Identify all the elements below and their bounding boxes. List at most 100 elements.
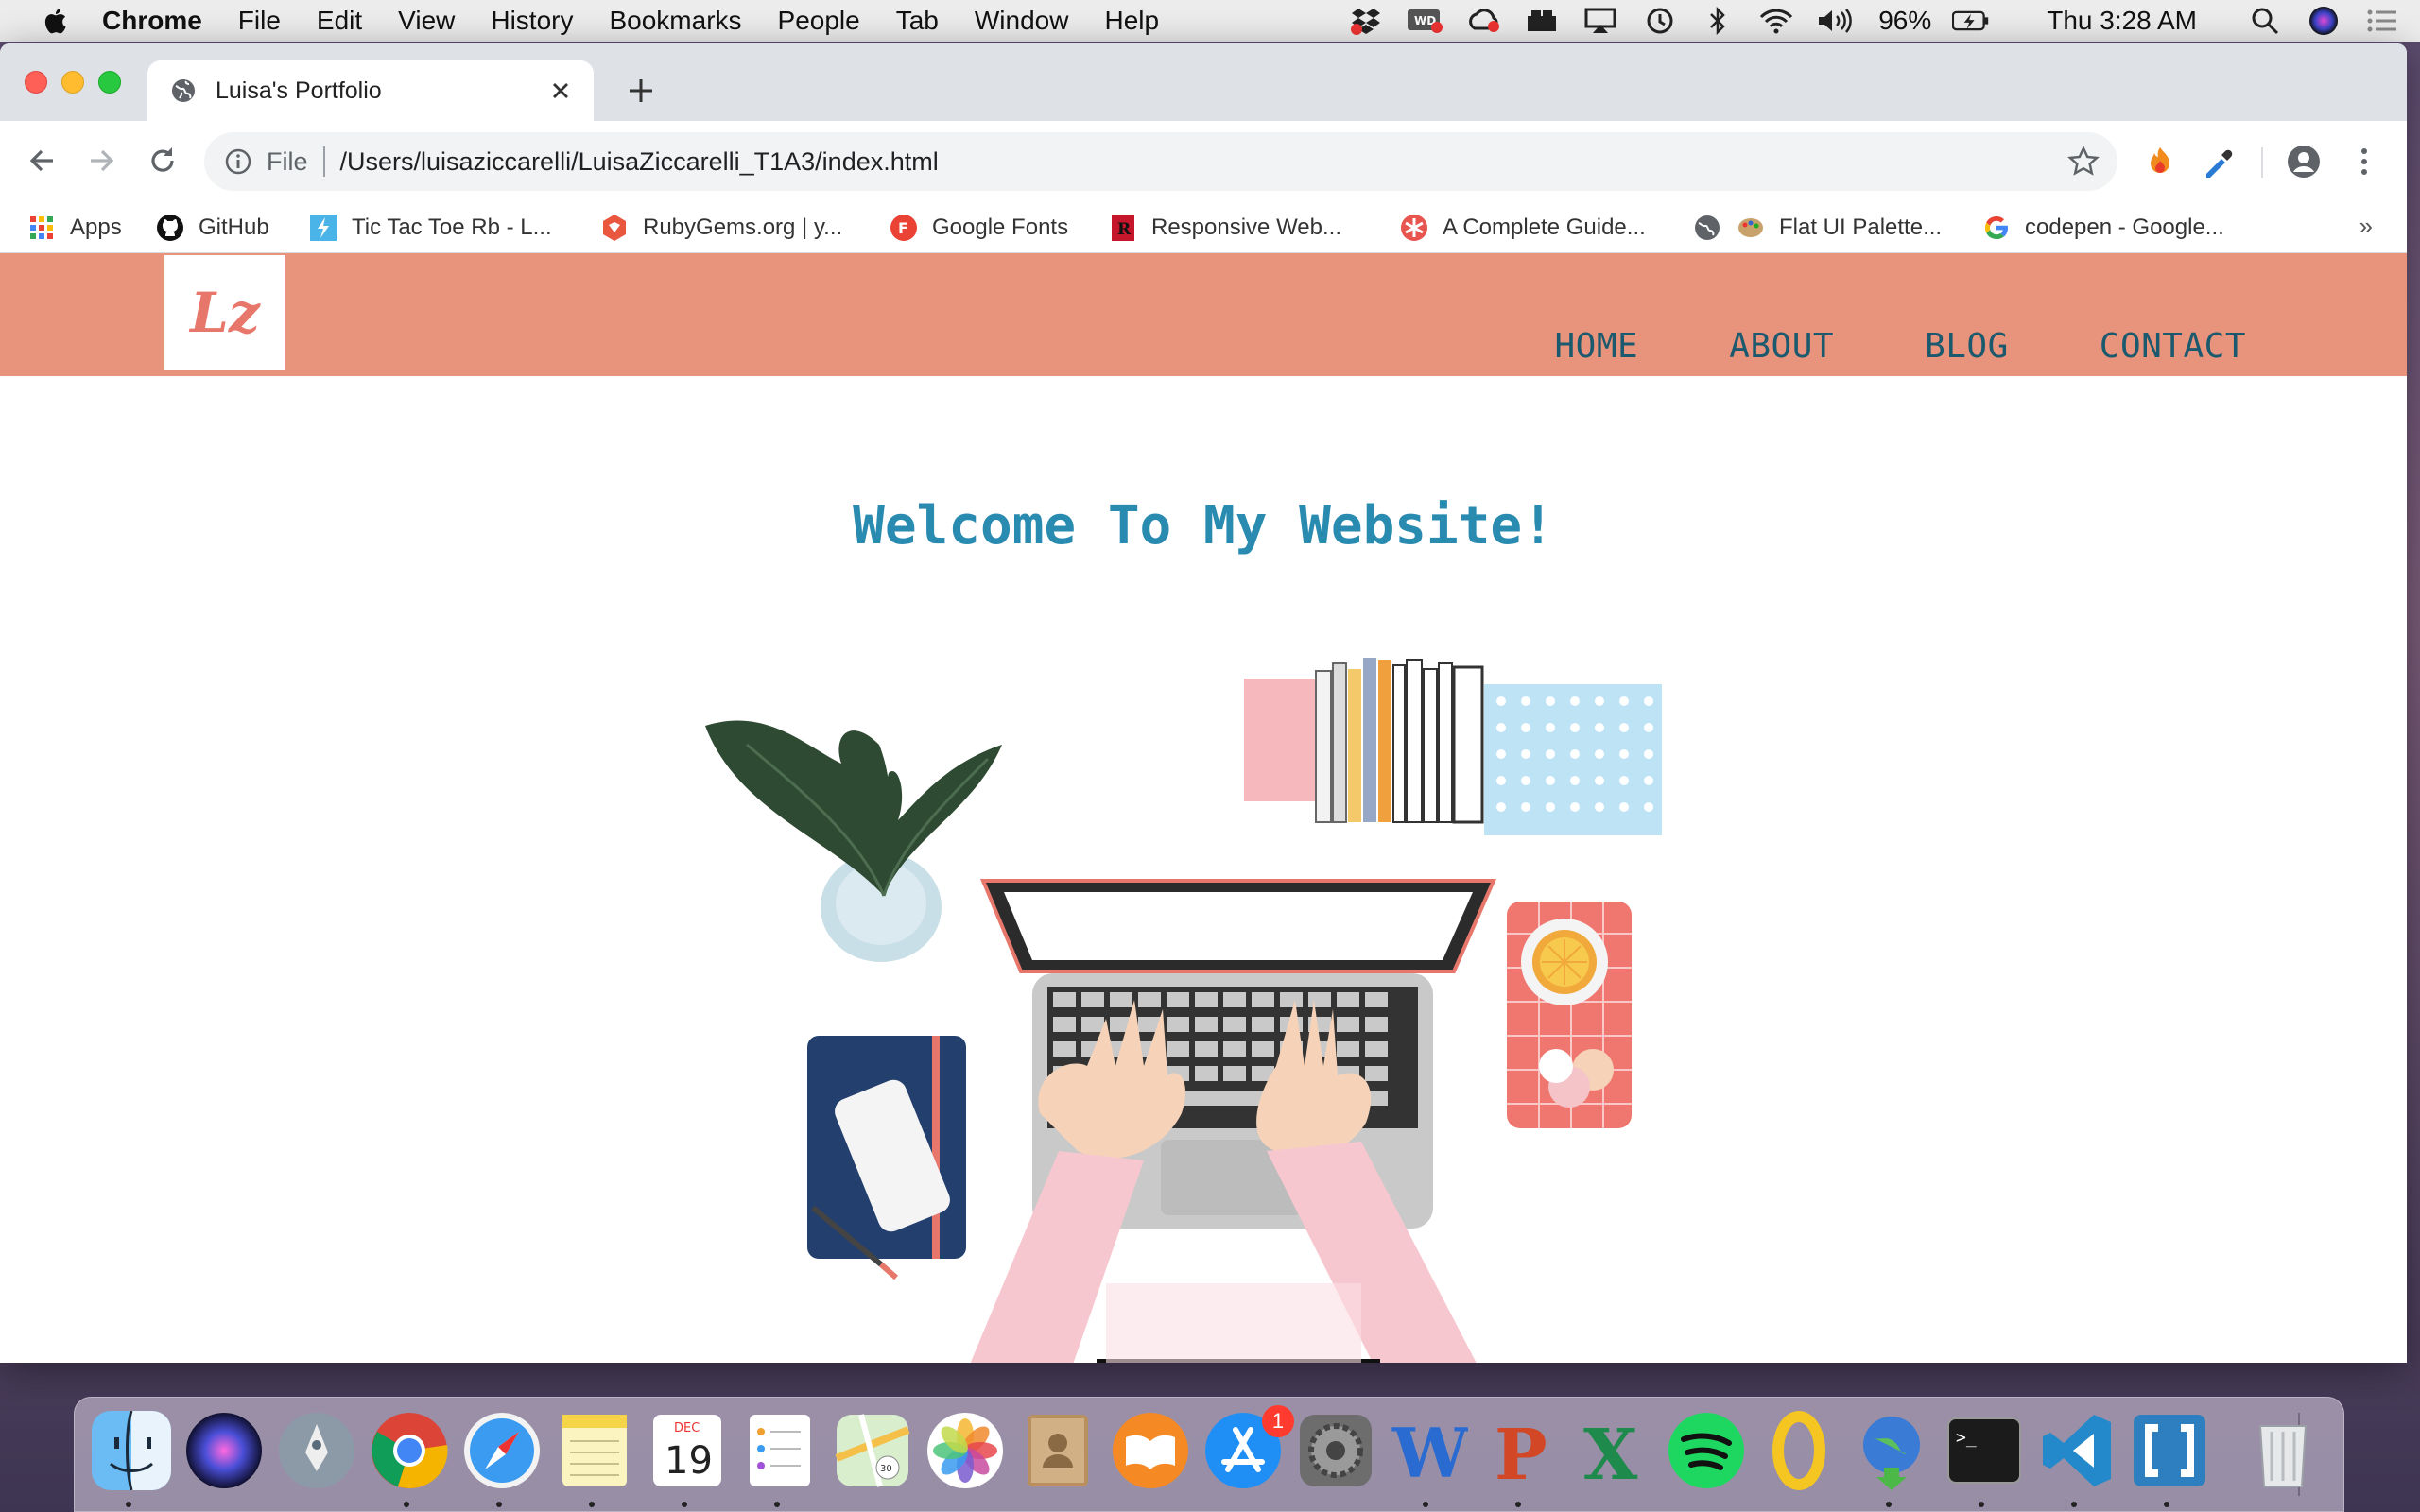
menu-tab[interactable]: Tab — [896, 6, 939, 36]
airplay-icon[interactable] — [1582, 7, 1619, 35]
close-window-button[interactable] — [25, 71, 47, 94]
reload-icon[interactable] — [144, 142, 182, 180]
wifi-icon[interactable] — [1757, 7, 1795, 35]
menu-file[interactable]: File — [238, 6, 281, 36]
brackets-icon[interactable] — [2130, 1411, 2209, 1490]
dropbox-icon[interactable] — [1347, 7, 1385, 35]
desk-illustration — [705, 658, 1662, 1363]
volume-icon[interactable] — [1816, 7, 1854, 35]
excel-icon[interactable]: X — [1574, 1411, 1653, 1490]
trash-icon[interactable] — [2243, 1411, 2323, 1490]
bookmark-complete-guide[interactable]: A Complete Guide... — [1399, 212, 1646, 244]
notification-center-icon[interactable] — [2363, 7, 2401, 35]
browser-toolbar: File /Users/luisaziccarelli/LuisaZiccare… — [0, 121, 2407, 202]
svg-text:W: W — [1392, 1413, 1468, 1490]
nav-home-link[interactable]: HOME — [1555, 327, 1639, 366]
bookmark-apps[interactable]: Apps — [26, 212, 122, 244]
fire-extension-icon[interactable] — [2142, 144, 2178, 180]
bluetooth-icon[interactable] — [1699, 7, 1737, 35]
more-menu-icon[interactable] — [2346, 144, 2382, 180]
apple-menu-icon[interactable] — [36, 7, 74, 35]
toolbar-divider — [2261, 147, 2263, 178]
creative-cloud-icon[interactable] — [1464, 7, 1502, 35]
plant-illustration — [705, 720, 1002, 962]
wd-icon[interactable]: WD — [1406, 7, 1443, 35]
siri-icon[interactable] — [2305, 7, 2342, 35]
nav-contact-link[interactable]: CONTACT — [2100, 327, 2246, 366]
profile-avatar-icon[interactable] — [2286, 144, 2322, 180]
bookmark-tic-tac-toe[interactable]: Tic Tac Toe Rb - L... — [308, 212, 552, 244]
new-tab-plus-icon[interactable] — [624, 74, 658, 108]
bookmark-codepen-google[interactable]: codepen - Google... — [1981, 212, 2224, 244]
svg-text:X: X — [1583, 1415, 1638, 1490]
nav-blog-link[interactable]: BLOG — [1925, 327, 2009, 366]
chrome-app-icon[interactable] — [370, 1411, 449, 1490]
maps-icon[interactable]: 30 — [833, 1411, 912, 1490]
siri-app-icon[interactable] — [184, 1411, 264, 1490]
menu-bookmarks[interactable]: Bookmarks — [609, 6, 741, 36]
menu-help[interactable]: Help — [1104, 6, 1159, 36]
bookmark-github[interactable]: GitHub — [155, 212, 269, 244]
menu-edit[interactable]: Edit — [317, 6, 362, 36]
time-machine-icon[interactable] — [1640, 7, 1678, 35]
bookmark-star-icon[interactable] — [2066, 145, 2100, 179]
word-icon[interactable]: W — [1389, 1411, 1468, 1490]
notebook-illustration — [807, 1036, 966, 1280]
minimize-window-button[interactable] — [61, 71, 84, 94]
zoom-window-button[interactable] — [98, 71, 121, 94]
bookmarks-overflow-chevron[interactable]: » — [2360, 212, 2373, 241]
css-tricks-star-icon — [1399, 213, 1429, 243]
menubar-clock[interactable]: Thu 3:28 AM — [2047, 6, 2197, 36]
launchpad-icon[interactable] — [277, 1411, 356, 1490]
url-scheme-label: File — [267, 146, 308, 176]
url-text[interactable]: /Users/luisaziccarelli/LuisaZiccarelli_T… — [340, 147, 2066, 177]
bookmark-flat-ui-palette[interactable]: Flat UI Palette... — [1692, 212, 1942, 244]
running-indicator — [1423, 1502, 1428, 1507]
address-bar[interactable]: File /Users/luisaziccarelli/LuisaZiccare… — [204, 132, 2118, 191]
powerpoint-icon[interactable]: P — [1481, 1411, 1561, 1490]
site-logo[interactable]: Lz — [164, 255, 285, 370]
spotify-icon[interactable] — [1667, 1411, 1746, 1490]
notes-icon[interactable] — [555, 1411, 634, 1490]
forward-arrow-icon[interactable] — [83, 142, 121, 180]
nav-about-link[interactable]: ABOUT — [1729, 327, 1834, 366]
page-viewport: Lz HOME ABOUT BLOG CONTACT Welcome To My… — [0, 253, 2407, 1363]
photos-icon[interactable] — [925, 1411, 1005, 1490]
back-arrow-icon[interactable] — [23, 142, 60, 180]
outlook-icon[interactable] — [1759, 1411, 1839, 1490]
svg-text:>_: >_ — [1956, 1428, 1977, 1448]
chrome-window: Luisa's Portfolio File /Users/luisazicca… — [0, 43, 2407, 1363]
eyedropper-extension-icon[interactable] — [2201, 144, 2237, 180]
running-indicator — [1979, 1502, 1984, 1507]
contacts-icon[interactable] — [1018, 1411, 1098, 1490]
menu-window[interactable]: Window — [975, 6, 1069, 36]
safari-icon[interactable] — [462, 1411, 542, 1490]
calendar-icon[interactable]: DEC 19 — [648, 1411, 727, 1490]
tea-tray-illustration — [1507, 902, 1632, 1128]
books-icon[interactable] — [1111, 1411, 1190, 1490]
tab-active[interactable]: Luisa's Portfolio — [147, 60, 594, 121]
terminal-icon[interactable]: >_ — [1945, 1411, 2024, 1490]
vscode-icon[interactable] — [2037, 1411, 2117, 1490]
menu-view[interactable]: View — [398, 6, 455, 36]
reminders-icon[interactable] — [740, 1411, 820, 1490]
spotlight-search-icon[interactable] — [2246, 7, 2284, 35]
running-indicator — [2071, 1502, 2077, 1507]
toolbox-icon[interactable] — [1523, 7, 1561, 35]
bookmark-responsive-web[interactable]: R Responsive Web... — [1108, 212, 1341, 244]
menu-history[interactable]: History — [491, 6, 573, 36]
network-globe-icon[interactable] — [1852, 1411, 1931, 1490]
bookmark-google-fonts[interactable]: F Google Fonts — [889, 212, 1068, 244]
battery-icon[interactable] — [1952, 7, 1990, 35]
running-indicator — [1886, 1502, 1892, 1507]
close-tab-icon[interactable] — [546, 77, 575, 105]
menu-app-name[interactable]: Chrome — [102, 6, 202, 36]
system-preferences-icon[interactable] — [1296, 1411, 1375, 1490]
svg-text:F: F — [898, 219, 908, 237]
menu-people[interactable]: People — [778, 6, 860, 36]
bookmark-rubygems[interactable]: RubyGems.org | y... — [599, 212, 842, 244]
books-illustration — [1244, 658, 1662, 835]
info-icon[interactable] — [223, 146, 253, 177]
site-header: Lz HOME ABOUT BLOG CONTACT — [0, 253, 2407, 376]
finder-icon[interactable] — [92, 1411, 171, 1490]
